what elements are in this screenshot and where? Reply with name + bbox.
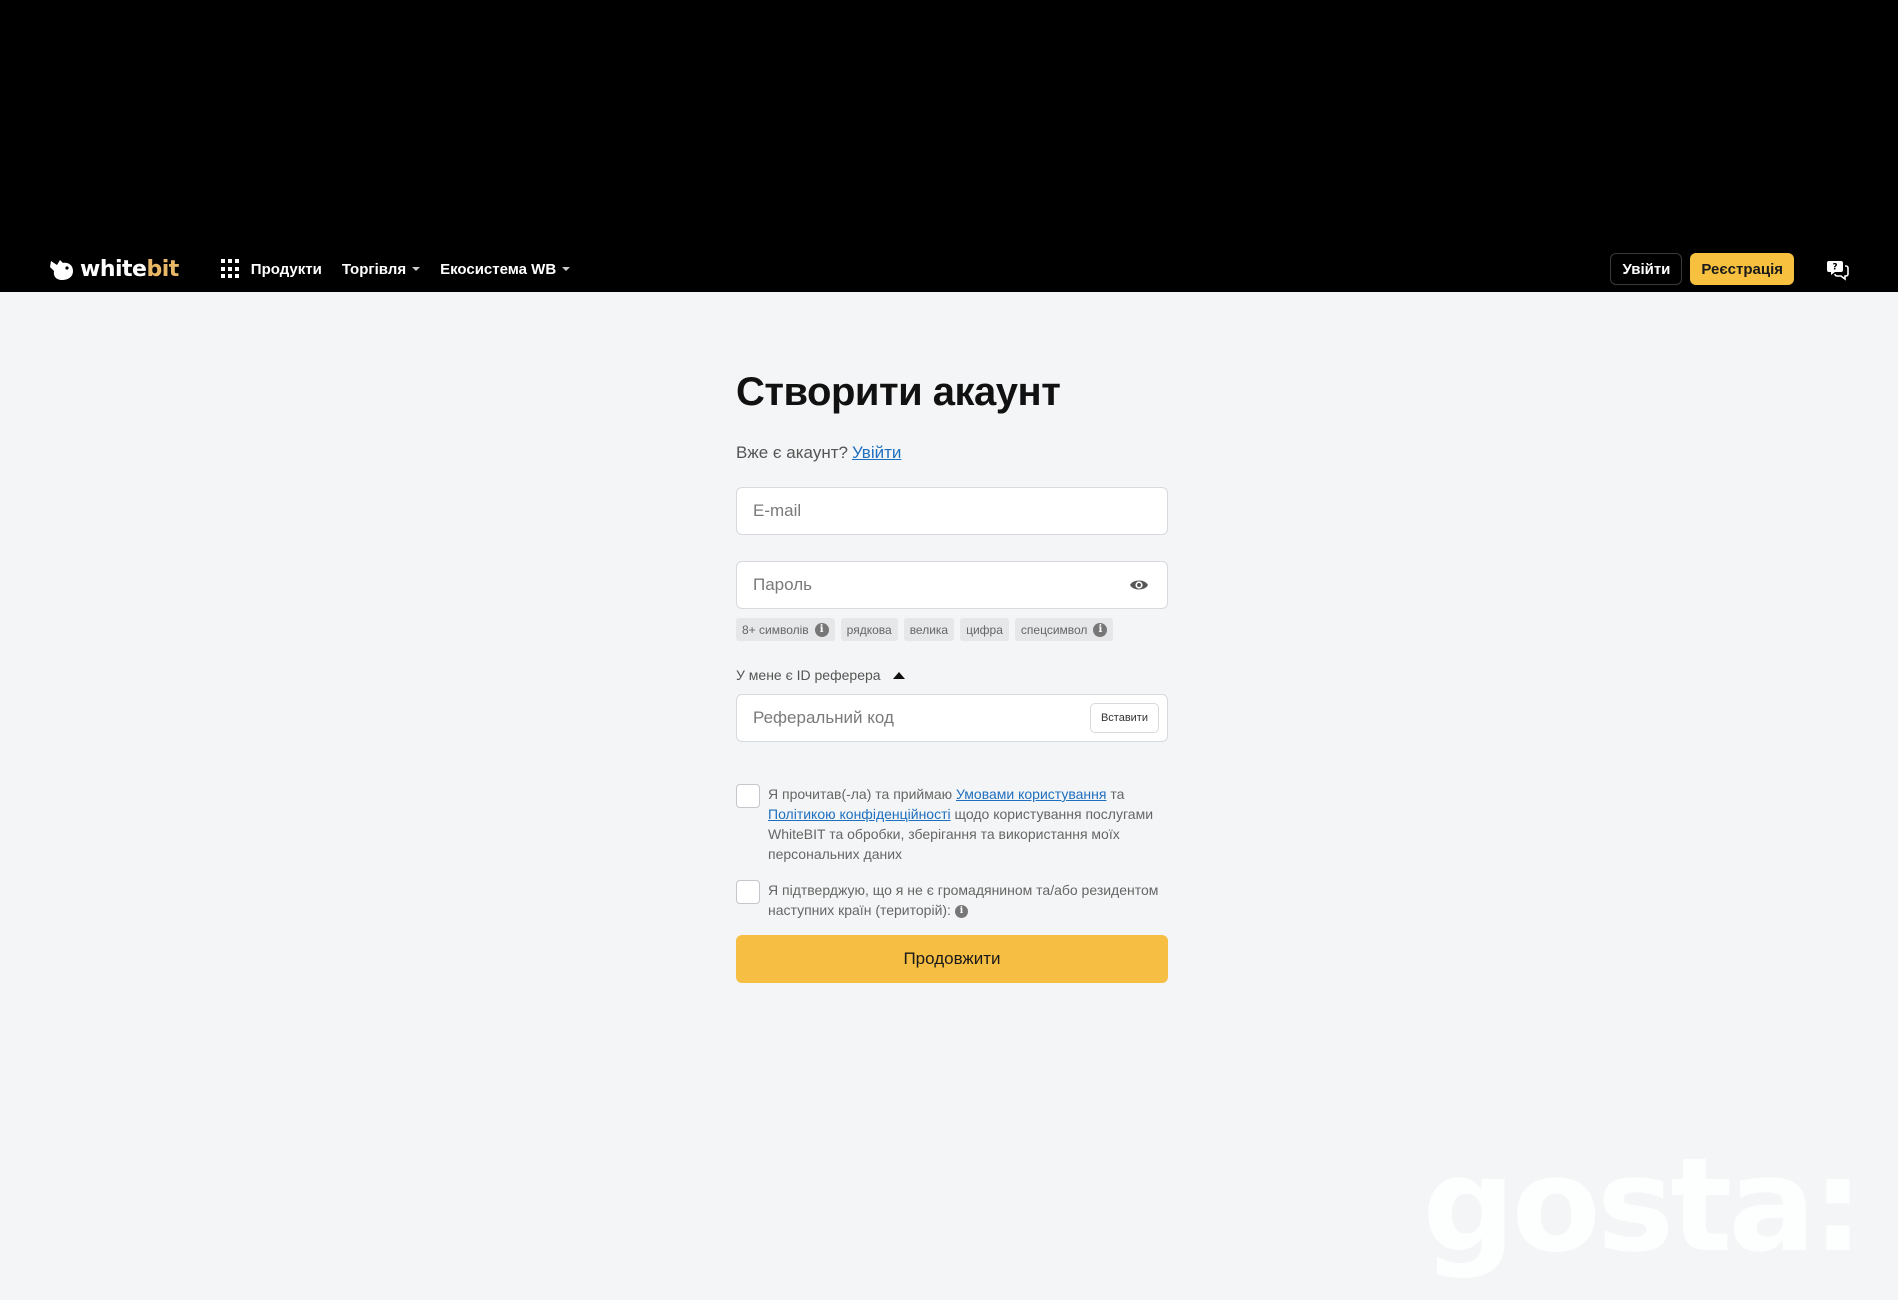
main-nav: Продукти Торгівля Екосистема WB [220,259,590,279]
chevron-down-icon [412,267,421,271]
apps-grid-icon[interactable] [220,259,241,279]
show-password-icon[interactable] [1129,577,1149,593]
nav-trading[interactable]: Торгівля [342,261,421,278]
logo-text: whitebit [80,256,179,282]
rule-lowercase: рядкова [840,618,898,641]
referrer-toggle[interactable]: У мене є ID реферера [736,667,1168,683]
auth-actions: Увійти Реєстрація ? [1610,253,1850,285]
terms-checkbox[interactable] [736,784,760,808]
info-icon[interactable]: i [954,904,968,918]
email-field[interactable] [753,501,1151,521]
have-account-row: Вже є акаунт? Увійти [736,443,1168,463]
page-title: Створити акаунт [736,370,1061,414]
have-account-text: Вже є акаунт? [736,443,848,462]
info-icon[interactable]: i [814,622,829,637]
residency-consent-row: Я підтверджую, що я не є громадянином та… [736,880,1168,920]
residency-text: Я підтверджую, що я не є громадянином та… [768,882,1159,918]
email-field-wrapper [736,487,1168,535]
info-icon[interactable]: i [1093,622,1108,637]
password-field[interactable] [753,575,1151,595]
chevron-down-icon [562,267,571,271]
privacy-link[interactable]: Політикою конфіденційності [768,806,951,822]
referral-field-wrapper: Вставити [736,694,1168,742]
rule-length: 8+ символів i [736,618,835,641]
password-field-wrapper [736,561,1168,609]
paste-button[interactable]: Вставити [1089,703,1159,733]
signup-form: Створити акаунт Вже є акаунт?Увійти 8+ с… [736,370,1168,983]
terms-text: Я прочитав(-ла) та приймаю Умовами корис… [768,786,1154,862]
rule-digit: цифра [960,618,1009,641]
support-chat-icon[interactable]: ? [1826,257,1850,281]
terms-link[interactable]: Умовами користування [956,786,1106,802]
terms-consent-row: Я прочитав(-ла) та приймаю Умовами корис… [736,784,1168,864]
password-rules: 8+ символів i рядкова велика цифра спецси… [736,618,1168,641]
continue-button[interactable]: Продовжити [736,935,1168,983]
collapse-arrow-icon [892,671,905,679]
login-button[interactable]: Увійти [1610,253,1683,285]
svg-text:?: ? [1832,263,1837,273]
rule-uppercase: велика [903,618,955,641]
bird-logo-icon [50,260,73,280]
whitebit-logo[interactable]: whitebit [48,257,179,282]
top-navbar: whitebit Продукти Торгівля Екосистема WB… [0,246,1898,292]
register-button[interactable]: Реєстрація [1690,253,1794,285]
nav-ecosystem[interactable]: Екосистема WB [440,261,571,278]
residency-checkbox[interactable] [736,880,760,904]
login-link[interactable]: Увійти [852,443,901,462]
watermark: gosta: [1422,1129,1864,1281]
rule-special: спецсимвол i [1014,618,1114,641]
nav-products[interactable]: Продукти [251,261,322,278]
